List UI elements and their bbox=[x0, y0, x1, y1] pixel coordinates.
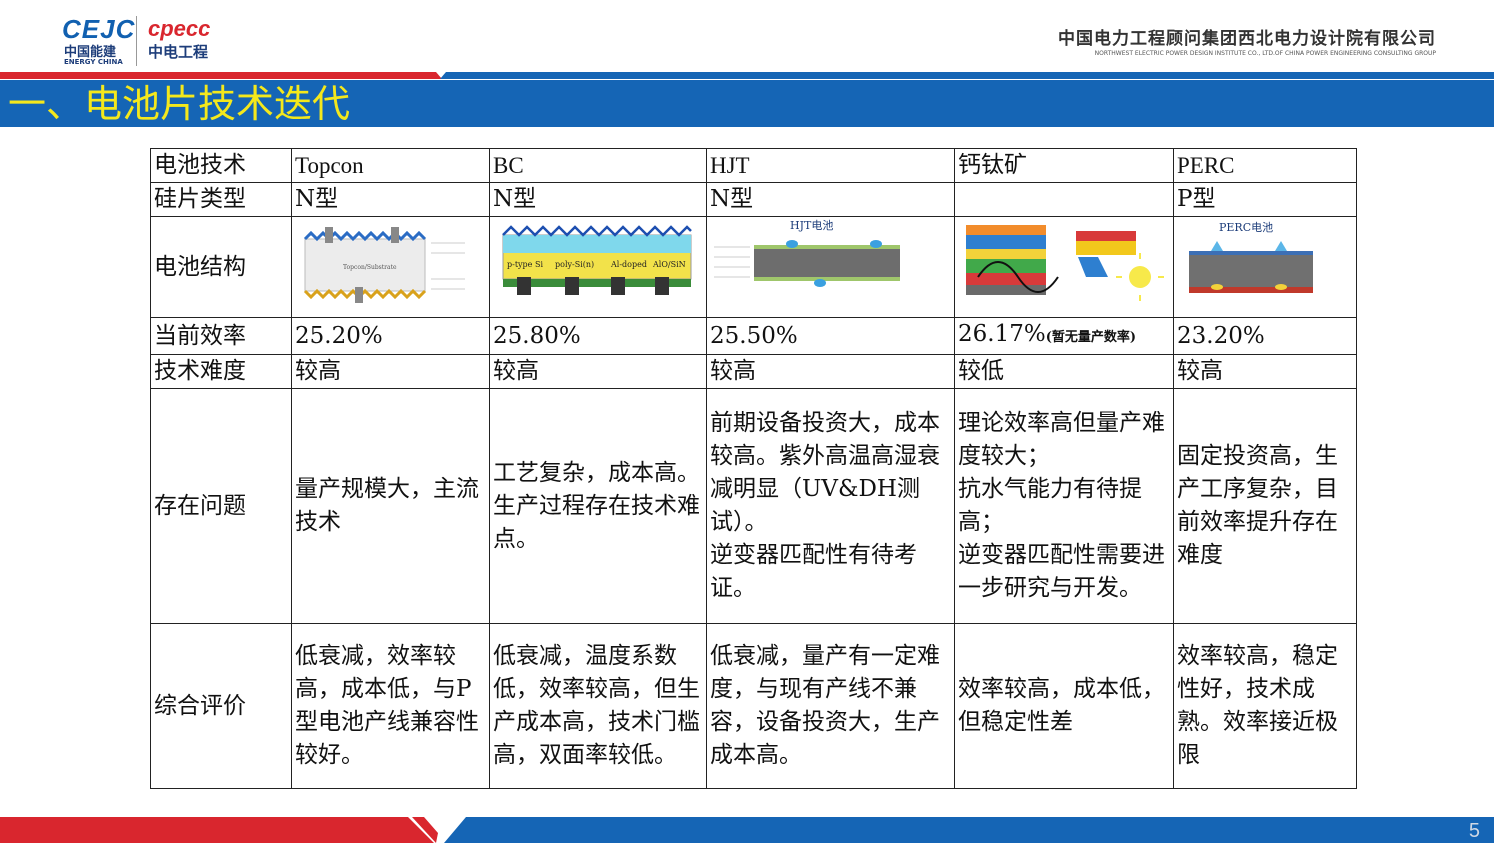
cell-issues-topcon: 量产规模大，主流技术 bbox=[291, 388, 490, 624]
cell-evaluation-hjt: 低衰减，量产有一定难度，与现有产线不兼容，设备投资大，生产成本高。 bbox=[706, 623, 955, 789]
company-name: 中国电力工程顾问集团西北电力设计院有限公司 NORTHWEST ELECTRIC… bbox=[1058, 24, 1436, 57]
cell-difficulty-perc: 较高 bbox=[1173, 354, 1357, 389]
row-label-wafer: 硅片类型 bbox=[150, 182, 292, 217]
cell-evaluation-perovskite: 效率较高，成本低，但稳定性差 bbox=[954, 623, 1174, 789]
cell-structure-bc: p-type Si poly-Si(n) Al-doped AlO/SiN bbox=[489, 216, 707, 318]
cell-tech-perovskite: 钙钛矿 bbox=[954, 148, 1174, 183]
footer-band bbox=[0, 817, 1494, 843]
cell-structure-perc: PERC电池 bbox=[1173, 216, 1357, 318]
cell-wafer-bc: N型 bbox=[489, 182, 707, 217]
cell-issues-perovskite: 理论效率高但量产难度较大； 抗水气能力有待提高； 逆变器匹配性需要进一步研究与开… bbox=[954, 388, 1174, 624]
company-name-cn: 中国电力工程顾问集团西北电力设计院有限公司 bbox=[1058, 29, 1436, 49]
perc-structure-diagram: PERC电池 bbox=[1189, 221, 1313, 293]
issue-text: 生产过程存在技术难点。 bbox=[493, 492, 700, 552]
cell-tech-topcon: Topcon bbox=[291, 148, 490, 183]
cell-wafer-perovskite bbox=[954, 182, 1174, 217]
cell-evaluation-bc: 低衰减，温度系数低，效率较高，但生产成本高，技术门槛高，双面率较低。 bbox=[489, 623, 707, 789]
cpecc-logo: cpecc bbox=[148, 16, 211, 41]
row-label-evaluation: 综合评价 bbox=[150, 623, 292, 789]
perc-diagram-title: PERC电池 bbox=[1219, 221, 1273, 234]
row-label-tech: 电池技术 bbox=[150, 148, 292, 183]
logo-divider bbox=[136, 16, 137, 66]
hjt-diagram-title: HJT电池 bbox=[790, 219, 833, 232]
perovskite-efficiency-value: 26.17% bbox=[958, 321, 1046, 347]
slide-title: 一、电池片技术迭代 bbox=[8, 82, 351, 126]
comparison-table: 电池技术 Topcon BC HJT 钙钛矿 PERC 硅片类型 N型 N型 N… bbox=[150, 148, 1357, 789]
issue-text: 固定投资高，生产工序复杂，目前效率提升存在难度 bbox=[1177, 443, 1338, 568]
issue-text: 抗水气能力有待提高； bbox=[958, 476, 1142, 535]
cell-issues-hjt: 前期设备投资大，成本较高。紫外高温高湿衰减明显（UV&DH测试）。 逆变器匹配性… bbox=[706, 388, 955, 624]
cell-difficulty-bc: 较高 bbox=[489, 354, 707, 389]
page-number: 5 bbox=[1468, 820, 1480, 842]
issue-text: 前期设备投资大，成本较高。紫外高温高湿衰减明显（UV&DH测试）。 bbox=[710, 410, 940, 535]
evaluation-text: 低衰减，效率较高，成本低，与P型电池产线兼容性较好。 bbox=[295, 643, 479, 768]
issue-text: 逆变器匹配性有待考证。 bbox=[710, 542, 917, 601]
cell-tech-hjt: HJT bbox=[706, 148, 955, 183]
cell-efficiency-perc: 23.20% bbox=[1173, 317, 1357, 355]
bc-label-poly: poly-Si(n) bbox=[555, 260, 594, 269]
cell-structure-perovskite bbox=[954, 216, 1174, 318]
bc-label-al: Al-doped bbox=[610, 260, 647, 269]
company-name-en: NORTHWEST ELECTRIC POWER DESIGN INSTITUT… bbox=[1094, 50, 1436, 57]
cell-structure-hjt: HJT电池 bbox=[706, 216, 955, 318]
bc-label-ptype: p-type Si bbox=[507, 260, 543, 269]
cell-issues-bc: 工艺复杂，成本高。 生产过程存在技术难点。 bbox=[489, 388, 707, 624]
bc-structure-diagram: p-type Si poly-Si(n) Al-doped AlO/SiN bbox=[502, 225, 692, 295]
cell-evaluation-perc: 效率较高，稳定性好，技术成熟。效率接近极限 bbox=[1173, 623, 1357, 789]
issue-text: 逆变器匹配性需要进一步研究与开发。 bbox=[958, 542, 1165, 601]
issue-text: 工艺复杂，成本高。 bbox=[493, 459, 700, 486]
evaluation-text: 效率较高，稳定性好，技术成熟。效率接近极限 bbox=[1177, 643, 1338, 768]
issue-text: 理论效率高但量产难度较大； bbox=[958, 410, 1165, 469]
table-row-wafer: 硅片类型 N型 N型 N型 P型 bbox=[150, 182, 1357, 217]
perovskite-structure-diagram bbox=[966, 225, 1164, 301]
perovskite-efficiency-note: (暂无量产数率) bbox=[1045, 330, 1137, 345]
cell-structure-topcon: Topcon/Substrate bbox=[291, 216, 490, 318]
cell-efficiency-bc: 25.80% bbox=[489, 317, 707, 355]
row-label-structure: 电池结构 bbox=[150, 216, 292, 318]
cell-tech-perc: PERC bbox=[1173, 148, 1357, 183]
table-row-tech: 电池技术 Topcon BC HJT 钙钛矿 PERC bbox=[150, 148, 1357, 183]
cell-evaluation-topcon: 低衰减，效率较高，成本低，与P型电池产线兼容性较好。 bbox=[291, 623, 490, 789]
cell-difficulty-perovskite: 较低 bbox=[954, 354, 1174, 389]
issue-text: 量产规模大，主流技术 bbox=[295, 476, 479, 535]
cpecc-cn: 中电工程 bbox=[148, 43, 209, 61]
table-row-structure: 电池结构 Topcon/Substrate p-type Si poly-Si(… bbox=[150, 216, 1357, 318]
row-label-efficiency: 当前效率 bbox=[150, 317, 292, 355]
cell-efficiency-perovskite: 26.17%(暂无量产数率) bbox=[954, 317, 1174, 355]
cell-issues-perc: 固定投资高，生产工序复杂，目前效率提升存在难度 bbox=[1173, 388, 1357, 624]
table-row-efficiency: 当前效率 25.20% 25.80% 25.50% 26.17%(暂无量产数率)… bbox=[150, 317, 1357, 355]
evaluation-text: 低衰减，温度系数低，效率较高，但生产成本高，技术门槛高，双面率较低。 bbox=[493, 643, 700, 768]
evaluation-text: 效率较高，成本低，但稳定性差 bbox=[958, 676, 1165, 735]
cell-difficulty-topcon: 较高 bbox=[291, 354, 490, 389]
evaluation-text: 低衰减，量产有一定难度，与现有产线不兼容，设备投资大，生产成本高。 bbox=[710, 643, 940, 768]
table-row-evaluation: 综合评价 低衰减，效率较高，成本低，与P型电池产线兼容性较好。 低衰减，温度系数… bbox=[150, 623, 1357, 789]
table-row-issues: 存在问题 量产规模大，主流技术 工艺复杂，成本高。 生产过程存在技术难点。 前期… bbox=[150, 388, 1357, 624]
header-band bbox=[0, 72, 1494, 79]
hjt-structure-diagram: HJT电池 bbox=[714, 219, 900, 287]
cell-efficiency-topcon: 25.20% bbox=[291, 317, 490, 355]
cell-difficulty-hjt: 较高 bbox=[706, 354, 955, 389]
table-row-difficulty: 技术难度 较高 较高 较高 较低 较高 bbox=[150, 354, 1357, 389]
cell-tech-bc: BC bbox=[489, 148, 707, 183]
cell-efficiency-hjt: 25.50% bbox=[706, 317, 955, 355]
topcon-structure-diagram: Topcon/Substrate bbox=[303, 227, 465, 303]
cell-wafer-topcon: N型 bbox=[291, 182, 490, 217]
topcon-inner-label: Topcon/Substrate bbox=[343, 264, 397, 271]
cell-wafer-hjt: N型 bbox=[706, 182, 955, 217]
bc-label-alo: AlO/SiN bbox=[652, 260, 686, 269]
row-label-issues: 存在问题 bbox=[150, 388, 292, 624]
cell-wafer-perc: P型 bbox=[1173, 182, 1357, 217]
energy-china-en: ENERGY CHINA bbox=[64, 58, 123, 66]
row-label-difficulty: 技术难度 bbox=[150, 354, 292, 389]
